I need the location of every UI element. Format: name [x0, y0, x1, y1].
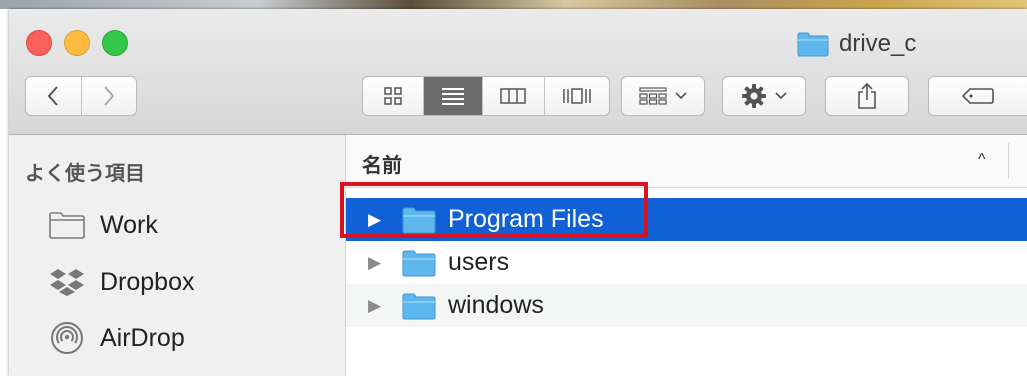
columns-icon — [500, 88, 527, 104]
icon-view-button[interactable] — [363, 77, 423, 115]
gear-icon — [742, 84, 766, 108]
list-row-users[interactable]: ▶ users — [346, 241, 1027, 284]
chevron-left-icon — [48, 86, 59, 106]
nav-button-group — [25, 76, 137, 116]
column-divider — [1008, 143, 1009, 179]
coverflow-icon — [563, 88, 591, 104]
sidebar-item-airdrop[interactable]: AirDrop — [49, 318, 185, 358]
forward-button[interactable] — [80, 77, 136, 115]
minimize-button[interactable] — [64, 30, 90, 56]
action-button[interactable] — [722, 76, 806, 116]
column-header-name[interactable]: 名前 — [362, 149, 402, 178]
column-view-button[interactable] — [482, 77, 544, 115]
share-button[interactable] — [825, 76, 909, 116]
annotation-highlight-box — [340, 182, 648, 238]
view-mode-control — [362, 76, 610, 116]
close-button[interactable] — [26, 30, 52, 56]
file-name: users — [448, 248, 510, 276]
coverflow-view-button[interactable] — [543, 77, 609, 115]
folder-icon — [49, 210, 85, 240]
arrange-grid-icon — [639, 87, 667, 105]
folder-icon — [402, 293, 436, 319]
airdrop-icon — [49, 322, 85, 354]
list-view-button[interactable] — [422, 77, 483, 115]
folder-icon — [402, 250, 436, 276]
share-icon — [858, 82, 876, 109]
disclosure-triangle-icon[interactable]: ▶ — [368, 296, 381, 316]
chevron-right-icon — [104, 86, 115, 106]
column-header: 名前 ^ — [346, 135, 1027, 188]
arrange-button[interactable] — [621, 76, 705, 116]
window-title-text: drive_c — [839, 30, 917, 57]
background-strip — [0, 0, 1027, 9]
chevron-down-icon — [775, 92, 787, 100]
sidebar-item-work[interactable]: Work — [49, 205, 158, 245]
sidebar-item-label: AirDrop — [100, 323, 185, 352]
dropbox-icon — [49, 267, 85, 297]
zoom-button[interactable] — [102, 30, 128, 56]
window-title: drive_c — [797, 27, 916, 61]
tag-icon — [961, 88, 994, 104]
icon-grid-icon — [384, 87, 402, 105]
list-lines-icon — [441, 88, 464, 105]
chevron-down-icon — [675, 92, 687, 100]
back-button[interactable] — [26, 77, 81, 115]
sidebar-item-dropbox[interactable]: Dropbox — [49, 262, 195, 302]
sidebar: よく使う項目 Work Dropbox AirDrop — [9, 135, 346, 376]
tags-button[interactable] — [928, 76, 1027, 116]
file-list: 名前 ^ ▶ Program Files ▶ users ▶ windows — [346, 135, 1027, 376]
folder-icon — [797, 32, 829, 57]
list-row-empty — [346, 327, 1027, 370]
file-name: windows — [448, 291, 544, 319]
list-row-windows[interactable]: ▶ windows — [346, 284, 1027, 327]
titlebar: drive_c — [9, 9, 1027, 135]
disclosure-triangle-icon[interactable]: ▶ — [368, 253, 381, 273]
sort-indicator: ^ — [978, 151, 986, 168]
sidebar-item-label: Work — [100, 210, 158, 239]
sidebar-item-label: Dropbox — [100, 267, 195, 296]
sidebar-heading-favorites: よく使う項目 — [25, 163, 145, 185]
